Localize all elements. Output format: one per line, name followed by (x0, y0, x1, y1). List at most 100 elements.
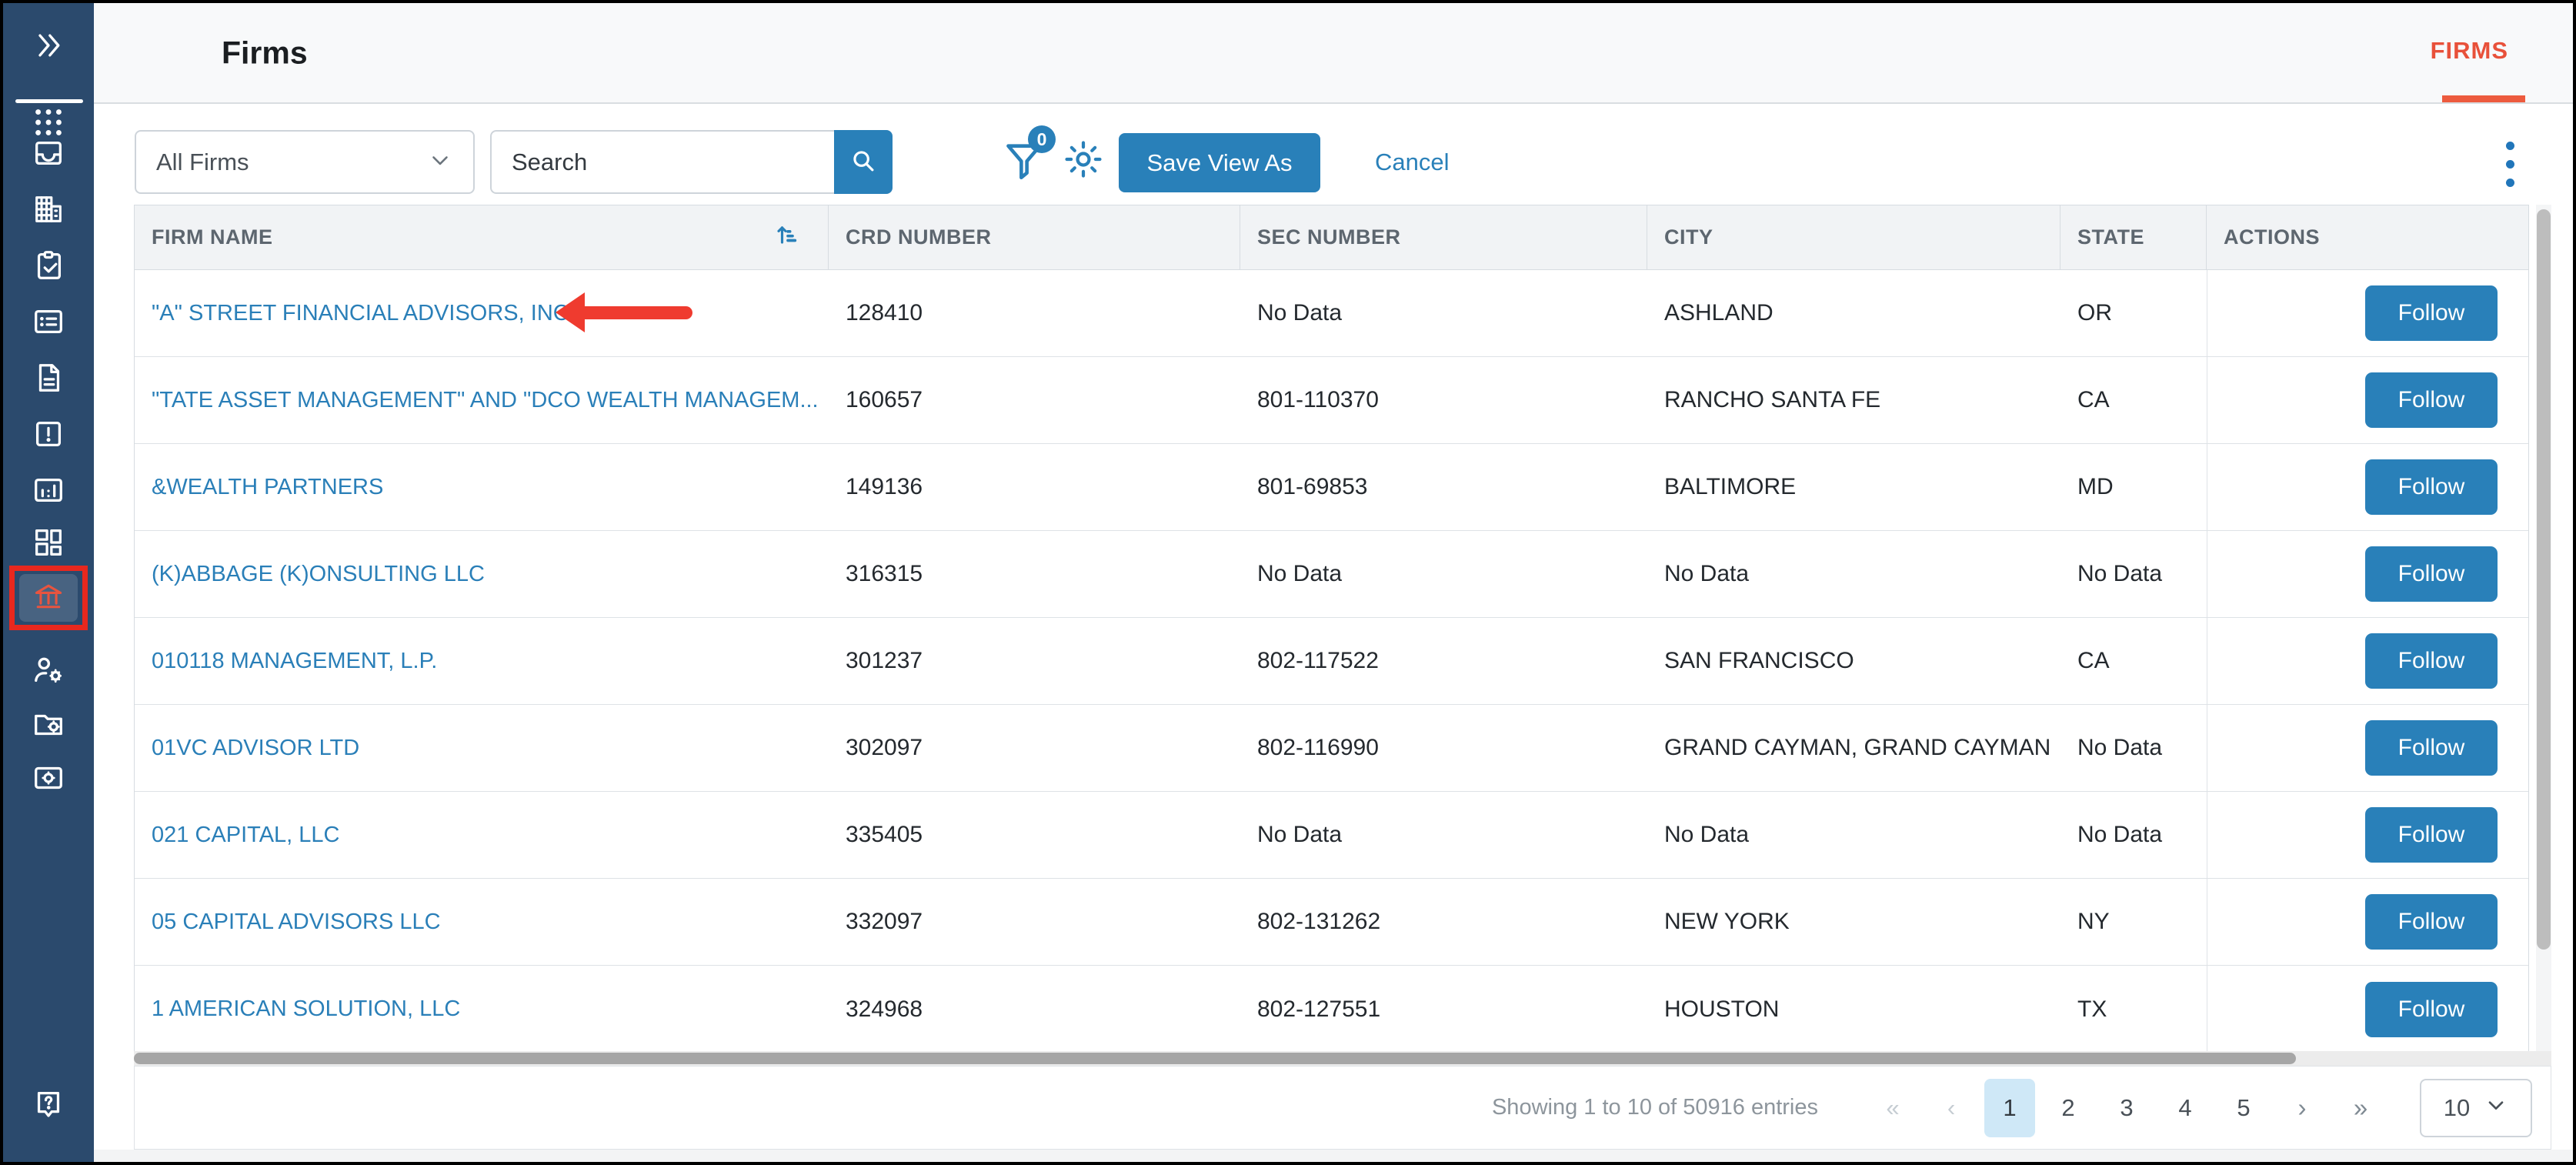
follow-button[interactable]: Follow (2365, 546, 2498, 602)
building-icon[interactable] (31, 192, 66, 227)
page-button[interactable]: 5 (2218, 1079, 2269, 1137)
filter-button[interactable]: 0 (1002, 136, 1051, 190)
filter-count-badge: 0 (1028, 125, 1056, 153)
firm-cell: 010118 MANAGEMENT, L.P. (135, 618, 829, 704)
city-cell: No Data (1647, 792, 2060, 878)
table-row: 05 CAPITAL ADVISORS LLC332097802-131262N… (135, 879, 2528, 966)
kebab-dot (2506, 142, 2514, 150)
firm-name-link[interactable]: 021 CAPITAL, LLC (152, 823, 339, 848)
firm-name-link[interactable]: (K)ABBAGE (K)ONSULTING LLC (152, 562, 485, 587)
page-number-buttons: 12345 (1984, 1079, 2269, 1137)
vertical-scrollbar-thumb[interactable] (2537, 209, 2551, 950)
page-title: Firms (222, 35, 308, 71)
settings-button[interactable] (1062, 138, 1105, 181)
table-row: 021 CAPITAL, LLC335405No DataNo DataNo D… (135, 792, 2528, 879)
search-input[interactable] (490, 130, 834, 194)
page-button[interactable]: 4 (2160, 1079, 2211, 1137)
state-cell: NY (2060, 879, 2207, 965)
firm-name-link[interactable]: "A" STREET FINANCIAL ADVISORS, INC. (152, 301, 576, 326)
clipboard-check-icon[interactable] (31, 248, 66, 283)
search-button[interactable] (834, 130, 893, 194)
firm-name-link[interactable]: 1 AMERICAN SOLUTION, LLC (152, 996, 460, 1022)
sec-cell: 801-110370 (1240, 357, 1647, 443)
crd-cell: 332097 (829, 879, 1240, 965)
follow-button[interactable]: Follow (2365, 807, 2498, 863)
page-button[interactable]: 2 (2043, 1079, 2094, 1137)
firm-name-link[interactable]: "TATE ASSET MANAGEMENT" AND "DCO WEALTH … (152, 388, 819, 413)
bar-chart-icon[interactable] (31, 472, 66, 508)
firm-cell: &WEALTH PARTNERS (135, 444, 829, 530)
column-header-crd-number[interactable]: CRD NUMBER (829, 205, 1240, 269)
follow-button[interactable]: Follow (2365, 633, 2498, 689)
sidebar (3, 3, 94, 1162)
first-page-button[interactable]: « (1867, 1079, 1918, 1137)
follow-button[interactable]: Follow (2365, 285, 2498, 341)
user-gear-icon[interactable] (31, 653, 66, 688)
actions-cell: Follow (2207, 792, 2528, 878)
follow-button[interactable]: Follow (2365, 372, 2498, 428)
crd-cell: 335405 (829, 792, 1240, 878)
pagination-bar: Showing 1 to 10 of 50916 entries « ‹ 123… (134, 1066, 2551, 1150)
list-icon[interactable] (31, 304, 66, 339)
dashboard-tiles-icon[interactable] (31, 525, 66, 560)
state-cell: TX (2060, 966, 2207, 1053)
state-cell: MD (2060, 444, 2207, 530)
collapse-panel-icon[interactable] (32, 28, 65, 62)
city-cell: GRAND CAYMAN, GRAND CAYMAN (1647, 705, 2060, 791)
page-button-active[interactable]: 1 (1984, 1079, 2035, 1137)
screen-gear-icon[interactable] (31, 760, 66, 796)
next-page-button[interactable]: › (2277, 1079, 2327, 1137)
help-icon[interactable] (31, 1087, 66, 1122)
column-header-sec-number[interactable]: SEC NUMBER (1240, 205, 1647, 269)
firm-name-link[interactable]: 05 CAPITAL ADVISORS LLC (152, 910, 441, 935)
sec-cell: 802-116990 (1240, 705, 1647, 791)
toolbar: All Firms 0 Save View As Cancel (94, 105, 2573, 205)
previous-page-button[interactable]: ‹ (1926, 1079, 1977, 1137)
cancel-link[interactable]: Cancel (1375, 149, 1450, 176)
horizontal-scrollbar-thumb[interactable] (134, 1053, 2296, 1064)
column-header-firm-name[interactable]: FIRM NAME (135, 205, 829, 269)
crd-cell: 302097 (829, 705, 1240, 791)
table-header-row: FIRM NAME CRD NUMBER SEC NUMBER CITY STA… (135, 205, 2528, 270)
page-button[interactable]: 3 (2101, 1079, 2152, 1137)
follow-button[interactable]: Follow (2365, 894, 2498, 950)
sec-cell: 802-117522 (1240, 618, 1647, 704)
view-selector-dropdown[interactable]: All Firms (135, 130, 475, 194)
state-cell: CA (2060, 618, 2207, 704)
column-header-state[interactable]: STATE (2060, 205, 2207, 269)
actions-cell: Follow (2207, 444, 2528, 530)
firms-table: FIRM NAME CRD NUMBER SEC NUMBER CITY STA… (134, 205, 2529, 1053)
firm-cell: 1 AMERICAN SOLUTION, LLC (135, 966, 829, 1053)
actions-cell: Follow (2207, 966, 2528, 1053)
more-options-button[interactable] (2494, 136, 2525, 192)
firm-name-link[interactable]: &WEALTH PARTNERS (152, 475, 383, 500)
document-icon[interactable] (31, 360, 66, 396)
column-header-city[interactable]: CITY (1647, 205, 2060, 269)
follow-button[interactable]: Follow (2365, 459, 2498, 515)
firm-cell: "TATE ASSET MANAGEMENT" AND "DCO WEALTH … (135, 357, 829, 443)
firm-name-link[interactable]: 010118 MANAGEMENT, L.P. (152, 649, 437, 674)
firm-cell: 01VC ADVISOR LTD (135, 705, 829, 791)
page-size-dropdown[interactable]: 10 (2420, 1079, 2532, 1137)
state-cell: No Data (2060, 531, 2207, 617)
firm-name-link[interactable]: 01VC ADVISOR LTD (152, 736, 359, 761)
table-row: 1 AMERICAN SOLUTION, LLC324968802-127551… (135, 966, 2528, 1053)
folder-gear-icon[interactable] (31, 706, 66, 742)
sec-cell: 802-127551 (1240, 966, 1647, 1053)
inbox-icon[interactable] (31, 135, 66, 171)
last-page-button[interactable]: » (2335, 1079, 2386, 1137)
sec-cell: No Data (1240, 531, 1647, 617)
follow-button[interactable]: Follow (2365, 982, 2498, 1037)
firm-cell: 021 CAPITAL, LLC (135, 792, 829, 878)
follow-button[interactable]: Follow (2365, 720, 2498, 776)
actions-cell: Follow (2207, 705, 2528, 791)
city-cell: NEW YORK (1647, 879, 2060, 965)
box-alert-icon[interactable] (31, 416, 66, 452)
firm-cell: (K)ABBAGE (K)ONSULTING LLC (135, 531, 829, 617)
save-view-as-button[interactable]: Save View As (1119, 133, 1320, 192)
chevron-down-icon (2484, 1093, 2508, 1123)
firm-cell: 05 CAPITAL ADVISORS LLC (135, 879, 829, 965)
state-cell: CA (2060, 357, 2207, 443)
sidebar-item-firms-active[interactable] (19, 574, 78, 622)
sort-ascending-icon[interactable] (772, 219, 803, 255)
